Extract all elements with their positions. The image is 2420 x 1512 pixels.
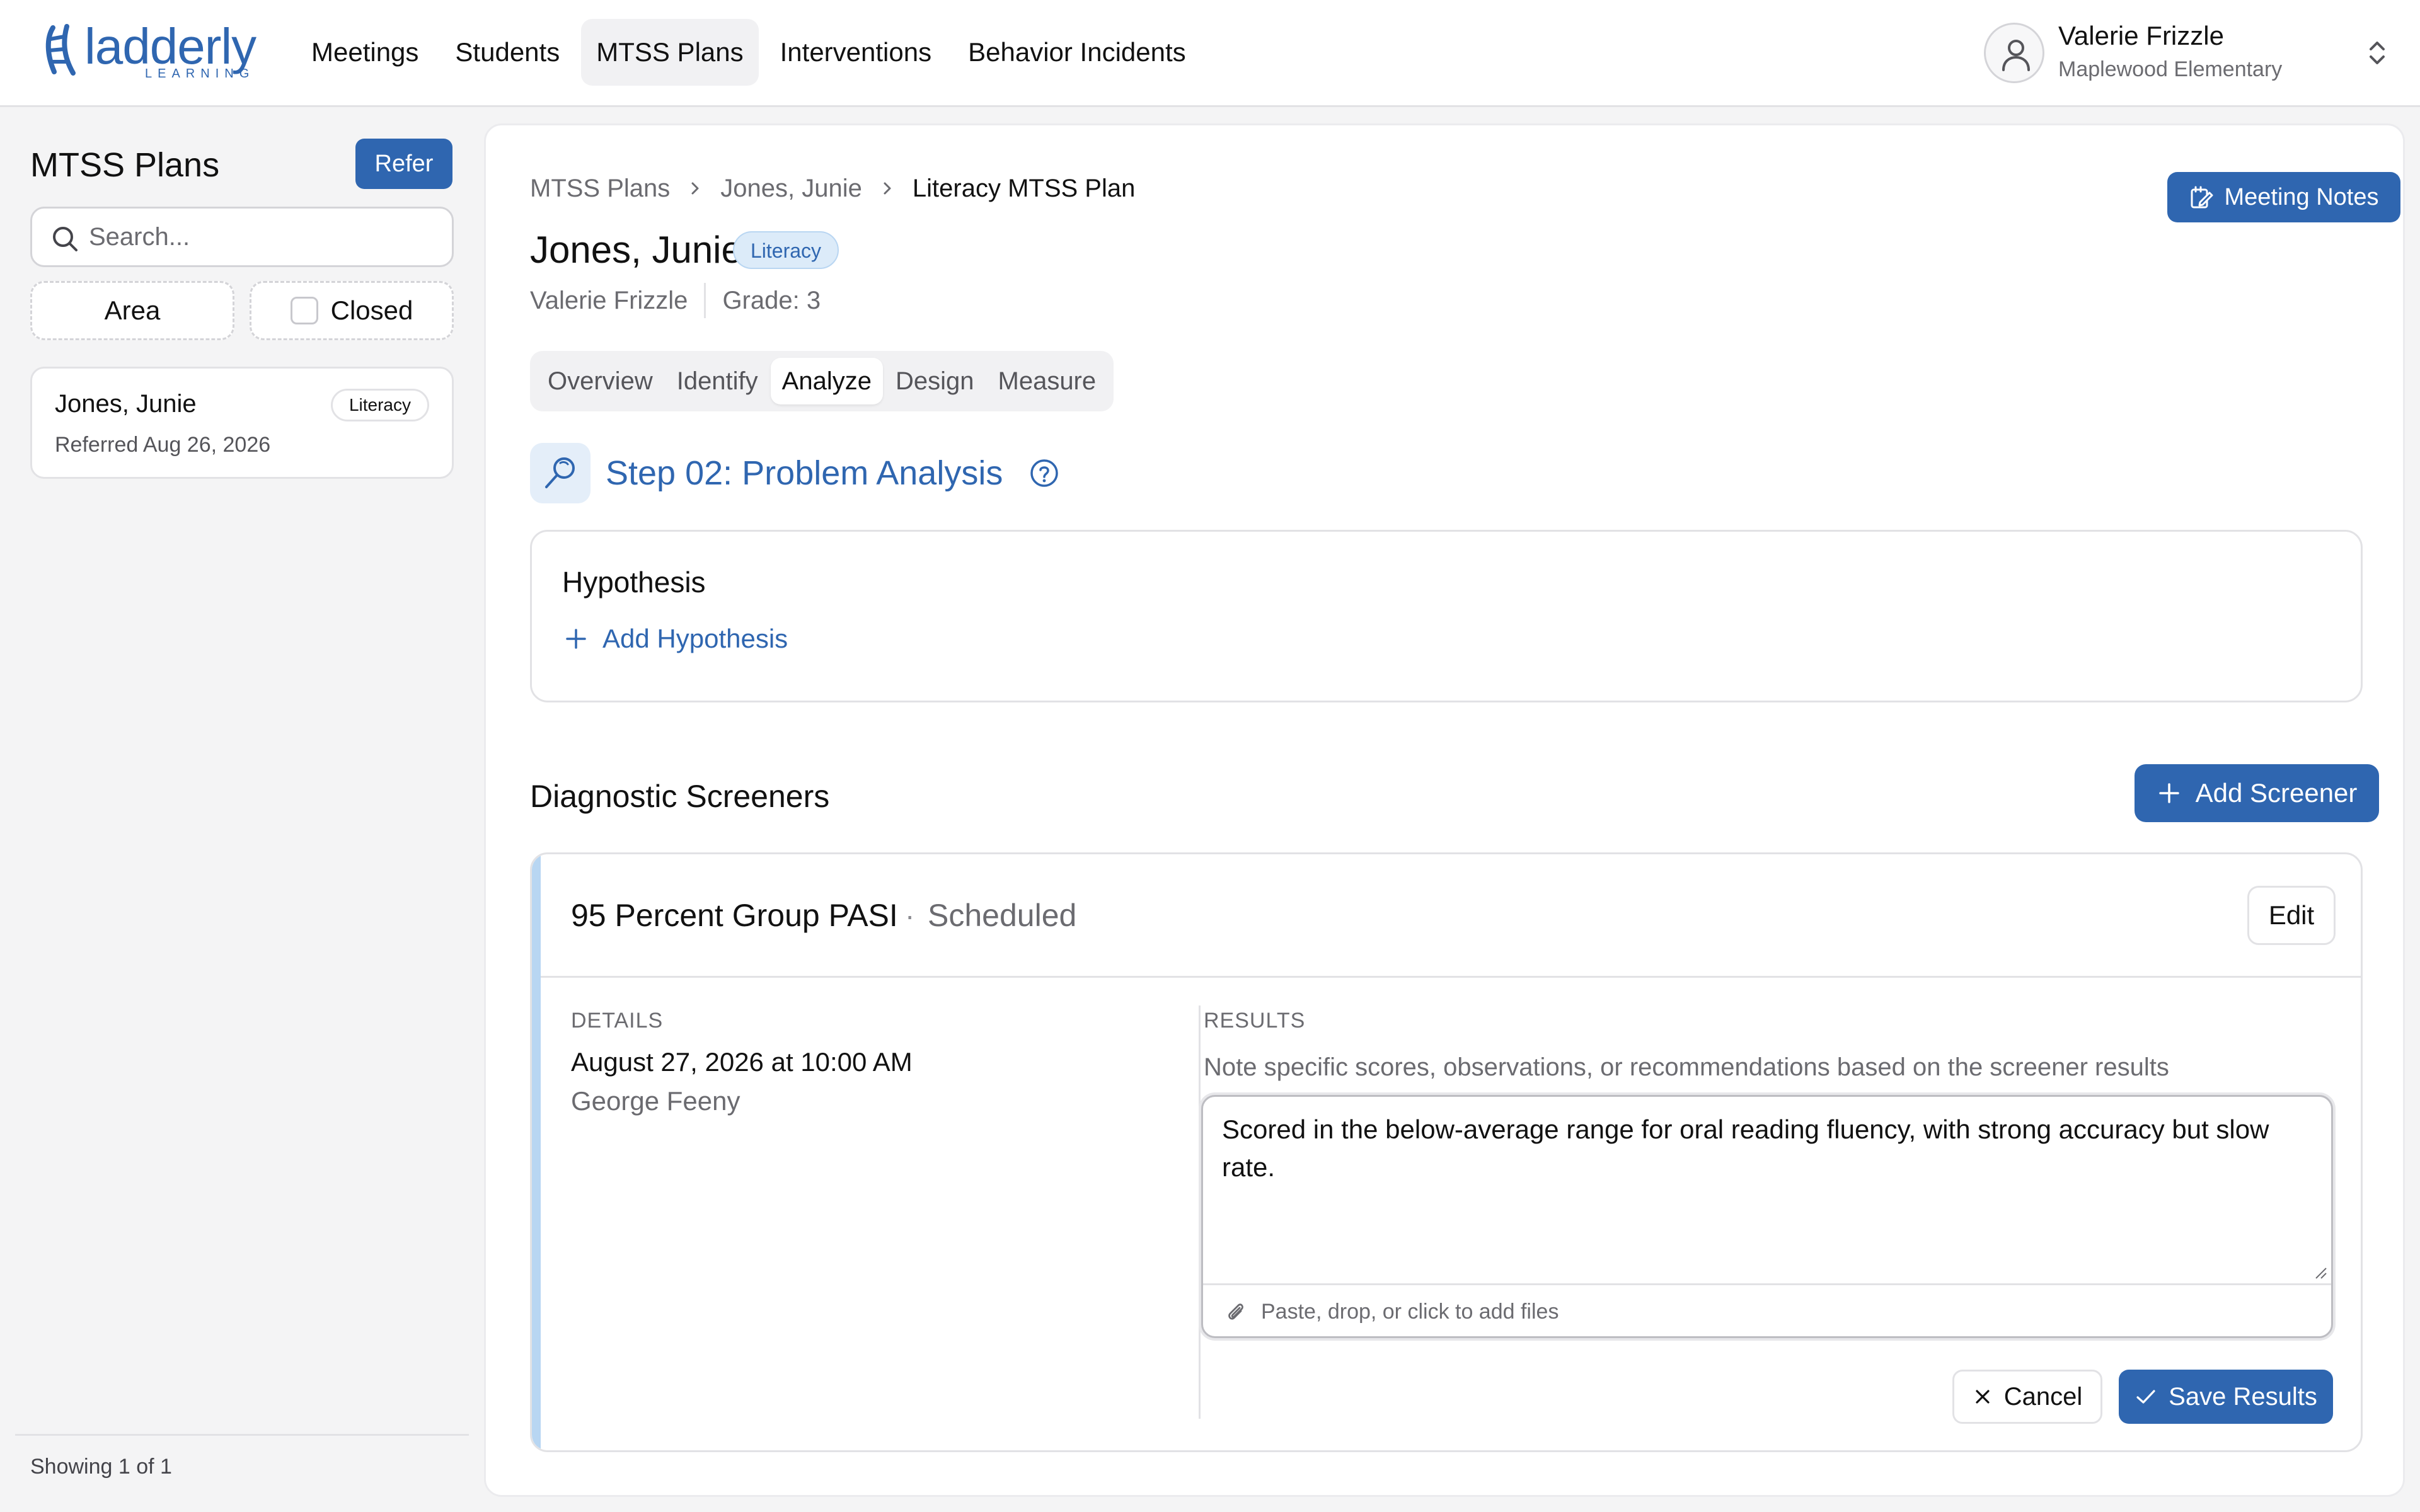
screener-person: George Feeny [571, 1086, 740, 1116]
breadcrumb-mtss-plans[interactable]: MTSS Plans [530, 175, 670, 203]
cancel-button[interactable]: Cancel [1952, 1370, 2102, 1424]
tab-design[interactable]: Design [884, 358, 986, 404]
plus-icon [566, 629, 586, 649]
nav-mtss-plans[interactable]: MTSS Plans [581, 19, 759, 86]
add-hypothesis-button[interactable]: Add Hypothesis [563, 621, 788, 656]
paperclip-icon [1228, 1303, 1243, 1320]
help-circle-icon[interactable] [1029, 458, 1059, 488]
nav-students[interactable]: Students [440, 19, 575, 86]
cancel-label: Cancel [2003, 1382, 2083, 1411]
ladder-logo-icon [45, 24, 76, 76]
sidebar-search [30, 207, 454, 267]
plus-icon [2158, 783, 2179, 803]
teacher-name: Valerie Frizzle [530, 286, 688, 314]
add-screener-label: Add Screener [2195, 778, 2358, 808]
results-textarea[interactable]: Scored in the below-average range for or… [1222, 1111, 2312, 1274]
plan-referred-date: Referred Aug 26, 2026 [55, 433, 271, 457]
hypothesis-title: Hypothesis [562, 566, 706, 598]
main-panel: MTSS Plans Jones, Junie Literacy MTSS Pl… [484, 123, 2405, 1497]
closed-filter-toggle[interactable]: Closed [250, 281, 454, 340]
results-help-text: Note specific scores, observations, or r… [1204, 1053, 2169, 1081]
nav-behavior-incidents[interactable]: Behavior Incidents [953, 19, 1201, 86]
results-label: RESULTS [1204, 1009, 1306, 1033]
user-icon [2002, 40, 2030, 71]
save-results-label: Save Results [2169, 1382, 2317, 1411]
screener-accent-bar [532, 854, 541, 1450]
plan-student-name: Jones, Junie [55, 390, 197, 418]
area-filter-button[interactable]: Area [30, 281, 234, 340]
nav-meetings[interactable]: Meetings [296, 19, 434, 86]
brand-name: ladderly [84, 18, 256, 74]
add-screener-button[interactable]: Add Screener [2135, 764, 2379, 822]
breadcrumb: MTSS Plans Jones, Junie Literacy MTSS Pl… [530, 169, 1135, 207]
area-filter-label: Area [104, 295, 161, 325]
user-school: Maplewood Elementary [2058, 57, 2283, 81]
meta-divider [704, 283, 706, 318]
chevron-right-icon [884, 182, 891, 195]
save-results-button[interactable]: Save Results [2119, 1370, 2333, 1424]
edit-screener-button[interactable]: Edit [2247, 886, 2336, 945]
student-meta: Valerie Frizzle Grade: 3 [530, 282, 821, 319]
chevron-up-down-icon[interactable] [2367, 39, 2387, 67]
student-name: Jones, Junie [530, 229, 742, 271]
screener-header: 95 Percent Group PASI · Scheduled Edit [541, 854, 2361, 978]
meeting-notes-label: Meeting Notes [2224, 183, 2379, 210]
brand-tagline: LEARNING [145, 67, 255, 81]
closed-filter-label: Closed [330, 295, 413, 325]
screener-separator: · [905, 899, 915, 932]
screener-date: August 27, 2026 at 10:00 AM [571, 1047, 913, 1077]
magnifier-icon [545, 457, 575, 488]
search-icon [53, 227, 78, 251]
tab-measure[interactable]: Measure [987, 358, 1108, 404]
closed-checkbox[interactable] [290, 297, 318, 324]
refer-button[interactable]: Refer [355, 139, 452, 189]
details-label: DETAILS [571, 1009, 664, 1033]
sidebar-footer: Showing 1 of 1 [15, 1434, 469, 1512]
plan-list-item[interactable]: Jones, Junie Literacy Referred Aug 26, 2… [30, 367, 454, 479]
check-icon [2136, 1390, 2155, 1404]
plan-tabs: Overview Identify Analyze Design Measure [530, 351, 1114, 411]
results-count: Showing 1 of 1 [30, 1455, 172, 1479]
tab-overview[interactable]: Overview [536, 358, 664, 404]
user-menu[interactable]: Valerie Frizzle Maplewood Elementary [1984, 19, 2387, 88]
close-icon [1976, 1390, 1990, 1404]
avatar [1984, 23, 2044, 83]
edit-note-icon [2191, 186, 2213, 209]
main-nav: Meetings Students MTSS Plans Interventio… [296, 19, 1201, 86]
screener-status: Scheduled [928, 898, 1077, 933]
ladderly-logo[interactable]: ladderly LEARNING [44, 21, 258, 82]
meeting-notes-button[interactable]: Meeting Notes [2167, 172, 2400, 222]
screener-card: 95 Percent Group PASI · Scheduled Edit D… [530, 852, 2363, 1452]
tab-identify[interactable]: Identify [666, 358, 769, 404]
chevron-right-icon [691, 182, 699, 195]
sidebar-title: MTSS Plans [30, 146, 220, 184]
diagnostic-screeners-title: Diagnostic Screeners [530, 779, 830, 814]
results-editor: Scored in the below-average range for or… [1201, 1095, 2333, 1338]
top-navigation-bar: ladderly LEARNING Meetings Students MTSS… [0, 0, 2420, 107]
breadcrumb-student[interactable]: Jones, Junie [720, 175, 862, 203]
file-attach-area[interactable]: Paste, drop, or click to add files [1203, 1283, 2331, 1336]
nav-interventions[interactable]: Interventions [765, 19, 947, 86]
column-divider [1199, 1005, 1201, 1419]
user-name: Valerie Frizzle [2058, 21, 2224, 50]
screener-name: 95 Percent Group PASI [571, 898, 898, 933]
attach-hint: Paste, drop, or click to add files [1261, 1300, 1559, 1324]
student-grade: Grade: 3 [722, 286, 821, 314]
tab-analyze[interactable]: Analyze [770, 358, 883, 404]
add-hypothesis-label: Add Hypothesis [602, 624, 788, 653]
sidebar: MTSS Plans Refer Area Closed Jones, Juni… [0, 108, 484, 1512]
step-title: Step 02: Problem Analysis [606, 454, 1003, 492]
breadcrumb-current: Literacy MTSS Plan [912, 174, 1136, 202]
plan-area-tag: Literacy [330, 389, 429, 421]
search-input[interactable] [89, 216, 442, 258]
hypothesis-card: Hypothesis Add Hypothesis [530, 530, 2363, 702]
subject-badge: Literacy [733, 231, 839, 269]
resize-handle-icon[interactable] [2313, 1266, 2327, 1280]
step-icon-box [530, 443, 591, 503]
